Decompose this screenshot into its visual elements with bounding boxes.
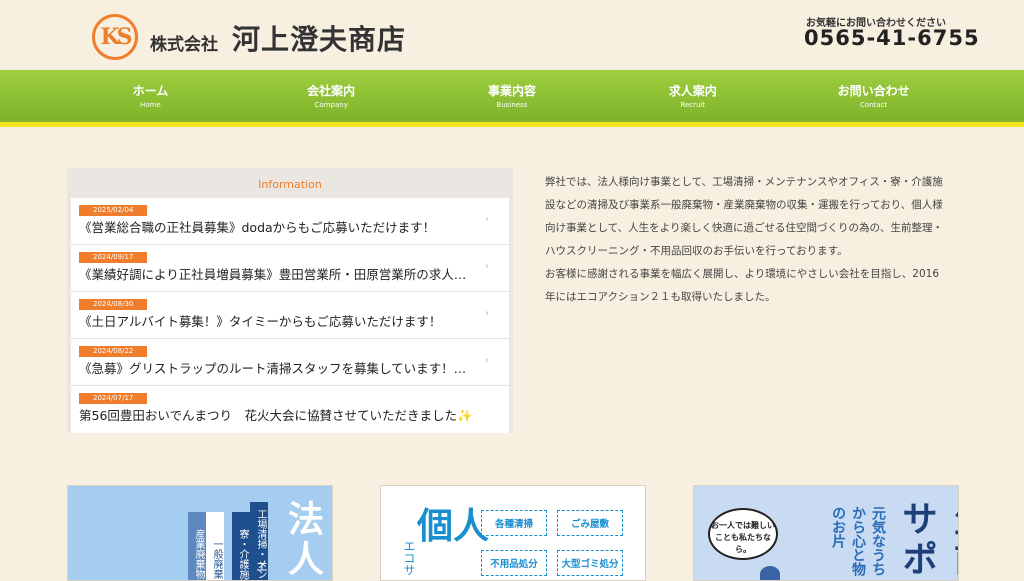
service-tag: 不用品処分 — [481, 550, 547, 576]
news-item[interactable]: 2024/07/17 第56回豊田おいでんまつり 花火大会に協賛させていただきま… — [71, 386, 509, 433]
company-description: 弊社では、法人様向け事業として、工場清掃・メンテナンスやオフィス・寮・介護施設な… — [545, 171, 945, 309]
nav-label: お問い合わせ — [837, 84, 910, 98]
nav-home[interactable]: ホーム Home — [90, 70, 210, 122]
company-logo-icon[interactable]: KS — [92, 14, 138, 60]
phone-number[interactable]: 0565-41-6755 — [804, 26, 980, 50]
nav-recruit[interactable]: 求人案内 Recruit — [633, 70, 753, 122]
description-paragraph: 弊社では、法人様向け事業として、工場清掃・メンテナンスやオフィス・寮・介護施設な… — [545, 176, 943, 257]
news-title[interactable]: 《急募》グリストラップのルート清掃スタッフを募集しています！… — [79, 358, 489, 377]
service-tag: 各種清掃 — [481, 510, 547, 536]
nav-business[interactable]: 事業内容 Business — [452, 70, 572, 122]
nav-label: 会社案内 — [307, 84, 356, 98]
news-item[interactable]: 2024/08/30 《土日アルバイト募集！》タイミーからもご応募いただけます！… — [71, 292, 509, 339]
nav-contact[interactable]: お問い合わせ Contact — [814, 70, 934, 122]
banner-strip: 産業廃棄物収 — [188, 512, 206, 580]
nav-sublabel: Contact — [859, 101, 888, 109]
information-panel: Information 2025/02/04 《営業総合職の正社員募集》doda… — [67, 168, 513, 433]
nav-divider — [0, 122, 1024, 127]
nav-label: ホーム — [132, 84, 169, 98]
information-list: 2025/02/04 《営業総合職の正社員募集》dodaからもご応募いただけます… — [71, 198, 509, 433]
nav-sublabel: Business — [496, 101, 528, 109]
banner-subtext: エコサ — [402, 540, 416, 576]
banner-heading: 生前サポ — [896, 500, 958, 580]
banner-strip: 寮・介護施設 — [232, 512, 250, 580]
nav-company[interactable]: 会社案内 Company — [271, 70, 391, 122]
banner-subtext: 元気なうちから心と物のお片 — [830, 506, 886, 576]
news-item[interactable]: 2025/02/04 《営業総合職の正社員募集》dodaからもご応募いただけます… — [71, 198, 509, 245]
news-date: 2024/08/30 — [79, 299, 148, 310]
banner-heading: 法人 — [282, 500, 323, 580]
main-nav: ホーム Home 会社案内 Company 事業内容 Business 求人案内… — [0, 70, 1024, 122]
banner-strip: 一般廃棄 — [206, 512, 224, 580]
nav-sublabel: Company — [314, 101, 348, 109]
news-title[interactable]: 《業績好調により正社員増員募集》豊田営業所・田原営業所の求人… — [79, 264, 489, 283]
banner-subtext: エ — [256, 560, 269, 574]
description-paragraph: お客様に感謝される事業を幅広く展開し、より環境にやさしい会社を目指し、2016年… — [545, 268, 940, 303]
chevron-right-icon: › — [485, 308, 489, 319]
site-header: KS 株式会社 河上澄夫商店 お気軽にお問い合わせください 0565-41-67… — [0, 0, 1024, 70]
news-item[interactable]: 2024/09/17 《業績好調により正社員増員募集》豊田営業所・田原営業所の求… — [71, 245, 509, 292]
character-illustration-icon — [760, 566, 780, 580]
service-tag: ごみ屋敷 — [557, 510, 623, 536]
nav-sublabel: Home — [140, 101, 161, 109]
news-date: 2024/08/22 — [79, 346, 148, 357]
news-title[interactable]: 《土日アルバイト募集！》タイミーからもご応募いただけます！ — [79, 311, 489, 330]
chevron-right-icon: › — [485, 355, 489, 366]
life-support-banner[interactable]: お一人では難しいことも私たちなら。 元気なうちから心と物のお片 生前サポ — [693, 485, 959, 581]
news-title[interactable]: 《営業総合職の正社員募集》dodaからもご応募いただけます！ — [79, 217, 489, 236]
news-date: 2024/07/17 — [79, 393, 148, 404]
corporate-service-banner[interactable]: 産業廃棄物収 一般廃棄 寮・介護施設 工場清掃・メンテ 法人 エ — [67, 485, 333, 581]
chevron-right-icon: › — [485, 261, 489, 272]
news-date: 2024/09/17 — [79, 252, 148, 263]
nav-label: 事業内容 — [487, 84, 536, 98]
speech-bubble: お一人では難しいことも私たちなら。 — [708, 508, 778, 560]
nav-sublabel: Recruit — [680, 101, 706, 109]
banner-heading: 個人 — [417, 506, 490, 547]
news-item[interactable]: 2024/08/22 《急募》グリストラップのルート清掃スタッフを募集しています… — [71, 339, 509, 386]
service-tag: 大型ゴミ処分 — [557, 550, 623, 576]
nav-label: 求人案内 — [668, 84, 717, 98]
information-title: Information — [258, 178, 322, 191]
news-date: 2025/02/04 — [79, 205, 148, 216]
company-prefix[interactable]: 株式会社 — [150, 30, 218, 55]
company-name[interactable]: 河上澄夫商店 — [232, 18, 406, 58]
chevron-right-icon: › — [485, 214, 489, 225]
personal-service-banner[interactable]: 個人 各種清掃 ごみ屋敷 不用品処分 大型ゴミ処分 エコサ — [380, 485, 646, 581]
news-title[interactable]: 第56回豊田おいでんまつり 花火大会に協賛させていただきました✨ — [79, 405, 489, 424]
